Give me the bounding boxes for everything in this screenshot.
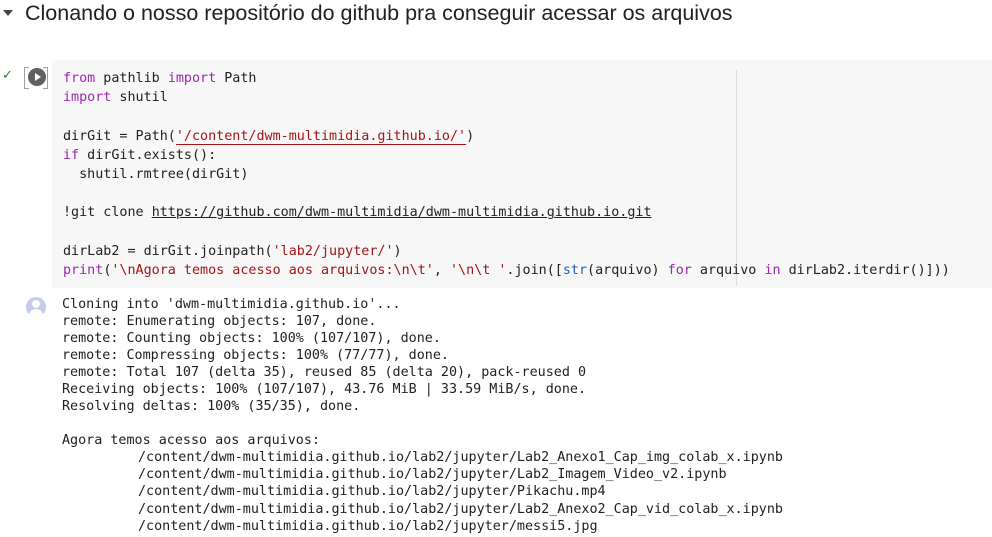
output-line: remote: Enumerating objects: 107, done.	[62, 314, 377, 330]
output-file-path: /content/dwm-multimidia.github.io/lab2/j…	[138, 501, 783, 517]
code-token: shutil.rmtree(dirGit)	[63, 167, 249, 183]
code-shell-command: !git clone	[63, 205, 152, 221]
code-token: )	[393, 243, 402, 259]
output-line: remote: Compressing objects: 100% (77/77…	[62, 348, 449, 364]
code-token: arquivo	[691, 263, 765, 279]
output-file-path: /content/dwm-multimidia.github.io/lab2/j…	[138, 518, 598, 534]
run-cell-button[interactable]	[24, 67, 48, 89]
output-file-path: /content/dwm-multimidia.github.io/lab2/j…	[138, 484, 606, 500]
execution-success-check-icon: ✓	[2, 67, 13, 82]
code-keyword: if	[63, 147, 80, 163]
section-title: Clonando o nosso repositório do github p…	[25, 1, 733, 25]
output-line: Agora temos acesso aos arquivos:	[62, 433, 320, 449]
output-file-path: /content/dwm-multimidia.github.io/lab2/j…	[138, 450, 783, 466]
code-string: '/content/dwm-multimidia.github.io/'	[175, 128, 467, 145]
code-keyword: import	[63, 90, 112, 106]
code-string: '\n\t '	[449, 263, 507, 279]
code-keyword: in	[764, 263, 781, 279]
code-token: )	[466, 128, 475, 144]
output-line: Cloning into 'dwm-multimidia.github.io'.…	[62, 297, 401, 312]
code-token: dirLab2 = dirGit.joinpath(	[63, 243, 273, 259]
code-string: 'lab2/jupyter/'	[272, 243, 394, 259]
code-token: dirLab2.iterdir()]))	[780, 263, 950, 279]
repository-url-link[interactable]: https://github.com/dwm-multimidia/dwm-mu…	[152, 205, 652, 220]
code-token: dirGit = Path(	[63, 128, 176, 144]
output-menu-avatar-icon[interactable]	[26, 297, 46, 317]
code-keyword: import	[167, 71, 217, 86]
code-token: .join([	[506, 263, 563, 279]
code-token: ,	[433, 263, 450, 279]
code-keyword: from	[63, 71, 96, 86]
cell-output: Cloning into 'dwm-multimidia.github.io'.…	[62, 296, 783, 535]
output-line: remote: Counting objects: 100% (107/107)…	[62, 331, 441, 347]
collapse-caret-icon[interactable]	[3, 10, 13, 16]
code-token: dirGit.exists():	[79, 147, 217, 163]
code-string: '\nAgora temos acesso aos arquivos:\n\t'	[111, 263, 434, 279]
output-line: remote: Total 107 (delta 35), reused 85 …	[62, 365, 587, 381]
output-line: Resolving deltas: 100% (35/35), done.	[62, 399, 361, 415]
code-token: (arquivo)	[587, 263, 668, 279]
code-token: Path	[216, 71, 257, 86]
section-header: Clonando o nosso repositório do github p…	[0, 0, 992, 30]
output-line: Receiving objects: 100% (107/107), 43.76…	[62, 382, 587, 398]
code-keyword: for	[667, 263, 692, 279]
code-token: pathlib	[95, 71, 168, 86]
code-token: shutil	[111, 90, 168, 106]
code-builtin: str	[562, 263, 588, 279]
output-file-path: /content/dwm-multimidia.github.io/lab2/j…	[138, 467, 727, 483]
code-content[interactable]: from pathlib import Path import shutil d…	[63, 69, 950, 280]
code-builtin: print	[63, 263, 104, 279]
